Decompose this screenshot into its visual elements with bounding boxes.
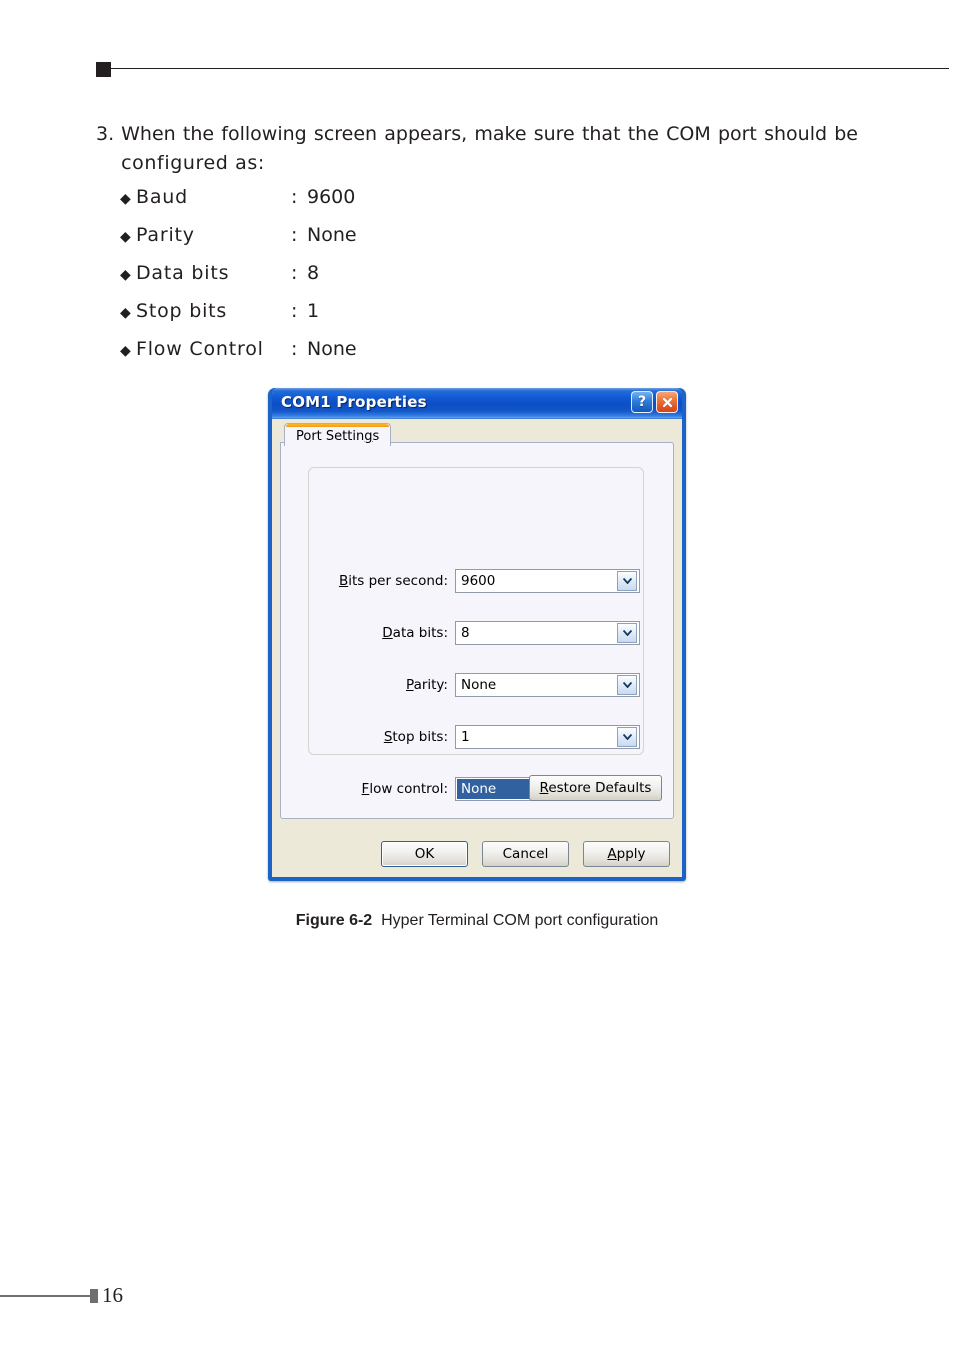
- cancel-button-label: Cancel: [502, 846, 549, 862]
- ok-button-label: OK: [414, 846, 435, 862]
- tab-strip: Port Settings: [272, 419, 682, 446]
- setting-colon: :: [291, 186, 298, 208]
- data-bits-combobox[interactable]: 8: [455, 621, 640, 645]
- list-item: ◆ Baud : 9600: [120, 186, 540, 224]
- ok-button[interactable]: OK: [381, 841, 468, 867]
- setting-label: Parity: [136, 224, 195, 246]
- dialog-inner-frame: COM1 Properties ? Port Settings Bits per…: [272, 388, 682, 877]
- field-row-data-bits: Data bits: 8: [317, 607, 653, 659]
- help-icon-button[interactable]: ?: [631, 391, 653, 413]
- bits-per-second-combobox[interactable]: 9600: [455, 569, 640, 593]
- footer-marker-square: [90, 1289, 98, 1303]
- data-bits-label: Data bits:: [382, 625, 448, 641]
- step-paragraph: 3. When the following screen appears, ma…: [96, 120, 858, 178]
- com-settings-list: ◆ Baud : 9600 ◆ Parity : None ◆ Data bit…: [120, 186, 540, 376]
- apply-button[interactable]: Apply: [583, 841, 670, 867]
- setting-label: Flow Control: [136, 338, 264, 360]
- diamond-bullet-icon: ◆: [120, 229, 131, 245]
- cancel-button[interactable]: Cancel: [482, 841, 569, 867]
- page-number: 16: [102, 1283, 123, 1307]
- tab-port-settings[interactable]: Port Settings: [284, 423, 392, 446]
- diamond-bullet-icon: ◆: [120, 267, 131, 283]
- dialog-titlebar[interactable]: COM1 Properties ?: [272, 388, 682, 419]
- setting-value: None: [307, 224, 357, 246]
- parity-label: Parity:: [406, 677, 448, 693]
- setting-label: Stop bits: [136, 300, 228, 322]
- step-body: When the following screen appears, make …: [121, 120, 858, 178]
- tab-page-port-settings: Bits per second: 9600 Data bits: 8 Parit…: [280, 442, 674, 819]
- bits-per-second-label: Bits per second:: [338, 573, 448, 589]
- figure-caption: Figure 6-2 Hyper Terminal COM port confi…: [0, 912, 954, 930]
- diamond-bullet-icon: ◆: [120, 343, 131, 359]
- dialog-title: COM1 Properties: [281, 393, 427, 411]
- parity-combobox[interactable]: None: [455, 673, 640, 697]
- step-line-2: configured as:: [121, 152, 265, 174]
- diamond-bullet-icon: ◆: [120, 305, 131, 321]
- setting-value: 8: [307, 262, 320, 284]
- titlebar-buttons: ?: [631, 391, 678, 413]
- tab-label: Port Settings: [296, 429, 380, 444]
- step-number: 3.: [96, 123, 115, 145]
- list-item: ◆ Stop bits : 1: [120, 300, 540, 338]
- chevron-down-icon[interactable]: [617, 675, 637, 695]
- setting-colon: :: [291, 338, 298, 360]
- setting-label: Baud: [136, 186, 188, 208]
- bits-per-second-value: 9600: [461, 573, 496, 589]
- setting-value: None: [307, 338, 357, 360]
- setting-colon: :: [291, 300, 298, 322]
- list-item: ◆ Flow Control : None: [120, 338, 540, 376]
- chevron-down-icon[interactable]: [617, 571, 637, 591]
- chevron-down-icon[interactable]: [617, 727, 637, 747]
- flow-control-label: Flow control:: [361, 781, 448, 797]
- data-bits-value: 8: [461, 625, 470, 641]
- chevron-down-icon[interactable]: [617, 623, 637, 643]
- close-button[interactable]: [656, 391, 678, 413]
- list-item: ◆ Data bits : 8: [120, 262, 540, 300]
- setting-colon: :: [291, 224, 298, 246]
- restore-defaults-label: Restore Defaults: [539, 780, 652, 796]
- question-mark-icon: ?: [637, 394, 647, 410]
- page-header: [0, 0, 954, 90]
- setting-value: 9600: [307, 186, 356, 208]
- step-line-1: When the following screen appears, make …: [121, 123, 858, 145]
- parity-value: None: [461, 677, 497, 693]
- setting-colon: :: [291, 262, 298, 284]
- field-row-stop-bits: Stop bits: 1: [317, 711, 653, 763]
- stop-bits-value: 1: [461, 729, 470, 745]
- diamond-bullet-icon: ◆: [120, 191, 131, 207]
- header-rule-line: [111, 68, 949, 69]
- com1-properties-dialog: COM1 Properties ? Port Settings Bits per…: [268, 388, 686, 881]
- close-icon: [662, 397, 672, 407]
- stop-bits-label: Stop bits:: [383, 729, 448, 745]
- figure-number: Figure 6-2: [295, 912, 373, 929]
- setting-value: 1: [307, 300, 320, 322]
- dialog-button-bar: OK Cancel Apply: [272, 841, 682, 867]
- header-marker-square: [96, 62, 111, 77]
- stop-bits-combobox[interactable]: 1: [455, 725, 640, 749]
- figure-caption-text: Hyper Terminal COM port configuration: [381, 912, 659, 929]
- field-row-parity: Parity: None: [317, 659, 653, 711]
- list-item: ◆ Parity : None: [120, 224, 540, 262]
- apply-button-label: Apply: [607, 846, 646, 862]
- setting-label: Data bits: [136, 262, 230, 284]
- restore-defaults-button[interactable]: Restore Defaults: [529, 775, 662, 801]
- field-row-bits-per-second: Bits per second: 9600: [317, 555, 653, 607]
- footer-rule-line: [0, 1295, 90, 1297]
